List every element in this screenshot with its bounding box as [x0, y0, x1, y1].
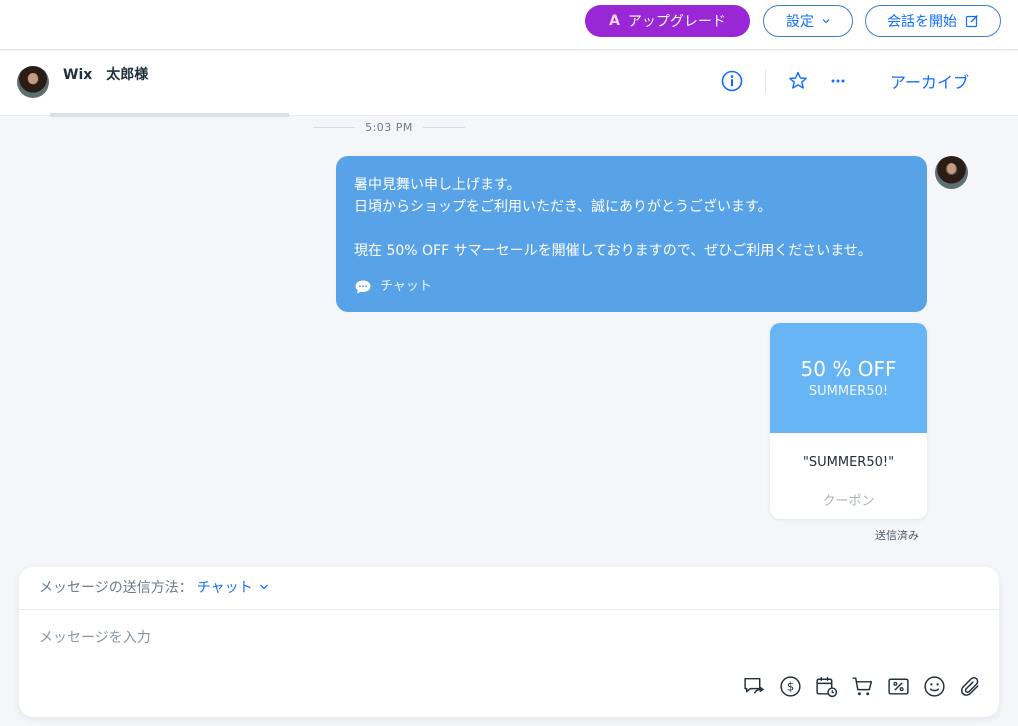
message-line: [354, 218, 909, 240]
attachment-icon[interactable]: [958, 674, 983, 699]
star-icon[interactable]: [786, 69, 810, 93]
coupon-card[interactable]: 50 % OFF SUMMER50! "SUMMER50!" クーポン: [770, 323, 927, 519]
conversation-header: Wix 太郎様 アーカイブ: [0, 51, 1018, 116]
coupon-icon[interactable]: [886, 674, 911, 699]
upgrade-button[interactable]: A アップグレード: [585, 5, 750, 37]
send-method-label: メッセージの送信方法：: [39, 580, 193, 596]
emoji-icon[interactable]: [922, 674, 947, 699]
message-channel-label: チャット: [380, 279, 432, 294]
more-options-icon[interactable]: [826, 69, 850, 93]
message-line: 暑中見舞い申し上げます。: [354, 177, 521, 193]
contact-avatar[interactable]: [17, 66, 49, 98]
compose-icon: [965, 15, 978, 28]
loading-bar: [50, 113, 289, 117]
sender-avatar: [935, 156, 968, 189]
info-icon[interactable]: [720, 69, 744, 93]
message-channel: チャット: [354, 276, 432, 298]
message-line: 現在 50% OFF サマーセールを開催しておりますので、ぜひご利用くださいませ…: [354, 243, 872, 259]
send-method-dropdown[interactable]: チャット: [197, 577, 269, 597]
calendar-schedule-icon[interactable]: [814, 674, 839, 699]
upgrade-label: アップグレード: [627, 14, 726, 30]
top-bar: A アップグレード 設定 会話を開始: [0, 0, 1018, 50]
upgrade-icon: A: [609, 13, 620, 29]
message-line: 日頃からショップをご利用いただき、誠にありがとうございます。: [354, 199, 772, 215]
chat-bubble-icon: [355, 280, 371, 294]
message-bubble: 暑中見舞い申し上げます。 日頃からショップをご利用いただき、誠にありがとうござい…: [336, 156, 927, 312]
coupon-code: "SUMMER50!": [802, 455, 895, 470]
timestamp-divider: 5:03 PM: [313, 120, 466, 134]
start-conversation-label: 会話を開始: [887, 14, 957, 30]
coupon-headline: 50 % OFF: [800, 357, 897, 381]
svg-text:$: $: [787, 680, 794, 694]
send-method-value: チャット: [196, 580, 253, 596]
composer-toolbar: $: [742, 674, 983, 699]
settings-label: 設定: [786, 14, 814, 30]
composer-divider: [19, 609, 999, 610]
contact-name[interactable]: Wix 太郎様: [63, 64, 148, 84]
delivery-status: 送信済み: [875, 529, 919, 542]
send-method: メッセージの送信方法： チャット: [39, 577, 269, 597]
start-conversation-button[interactable]: 会話を開始: [865, 5, 1001, 37]
message-time: 5:03 PM: [365, 120, 413, 134]
coupon-banner: 50 % OFF SUMMER50!: [770, 323, 927, 433]
quick-reply-icon[interactable]: [742, 674, 767, 699]
coupon-label: クーポン: [822, 494, 875, 509]
cart-icon[interactable]: [850, 674, 875, 699]
message-composer: メッセージの送信方法： チャット $: [19, 567, 999, 717]
payment-icon[interactable]: $: [778, 674, 803, 699]
message-input[interactable]: [39, 627, 739, 649]
chevron-down-icon: [259, 584, 268, 590]
settings-button[interactable]: 設定: [763, 5, 853, 37]
coupon-code-small: SUMMER50!: [808, 384, 889, 399]
header-divider: [765, 69, 766, 93]
archive-button[interactable]: アーカイブ: [890, 69, 969, 93]
chevron-down-icon: [822, 19, 830, 24]
